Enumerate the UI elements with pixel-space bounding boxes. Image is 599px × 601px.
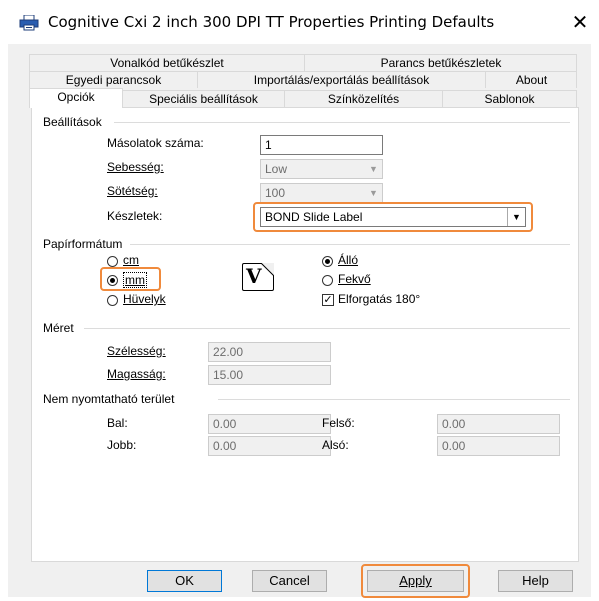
printer-icon [19, 15, 39, 31]
unprintable-group-line [218, 399, 570, 400]
close-icon[interactable]: ✕ [566, 8, 594, 36]
bottom-margin-label: Alsó: [322, 438, 349, 452]
height-label: Magasság: [107, 367, 166, 381]
copies-label: Másolatok száma: [107, 136, 204, 150]
ok-button[interactable]: OK [147, 570, 222, 592]
orientation-portrait-radio[interactable] [322, 256, 333, 267]
cancel-button[interactable]: Cancel [252, 570, 327, 592]
tab-barcode-fonts[interactable]: Vonalkód betűkészlet [30, 55, 305, 72]
tab-row-1: Vonalkód betűkészlet Parancs betűkészlet… [29, 54, 577, 72]
tab-templates[interactable]: Sablonok [443, 90, 577, 107]
copies-input[interactable]: 1 [260, 135, 383, 155]
apply-highlight [361, 564, 470, 598]
tab-advanced-settings[interactable]: Speciális beállítások [123, 90, 285, 107]
orientation-portrait-label[interactable]: Álló [338, 253, 358, 267]
title-bar: Cognitive Cxi 2 inch 300 DPI TT Properti… [0, 0, 599, 44]
mm-highlight [100, 267, 161, 291]
stock-label: Készletek: [107, 209, 163, 223]
darkness-label: Sötétség: [107, 184, 158, 198]
right-margin-label: Jobb: [107, 438, 137, 452]
help-button[interactable]: Help [498, 570, 573, 592]
unit-inch-label[interactable]: Hüvelyk [123, 292, 166, 306]
tab-about[interactable]: About [486, 72, 577, 89]
top-margin-label: Felső: [322, 416, 355, 430]
chevron-down-icon: ▼ [369, 188, 378, 198]
preview-glyph: V [246, 264, 262, 288]
settings-group-label: Beállítások [43, 115, 102, 129]
paper-format-group-line [130, 244, 570, 245]
unit-cm-label[interactable]: cm [123, 253, 139, 267]
top-margin-input: 0.00 [437, 414, 560, 434]
unit-cm-radio[interactable] [107, 256, 118, 267]
width-input: 22.00 [208, 342, 331, 362]
unit-inch-radio[interactable] [107, 295, 118, 306]
speed-label: Sebesség: [107, 160, 164, 174]
page-fold-icon [261, 263, 274, 276]
options-panel: Beállítások Másolatok száma: 1 Sebesség:… [31, 107, 579, 562]
paper-format-group-label: Papírformátum [43, 237, 123, 251]
orientation-landscape-label[interactable]: Fekvő [338, 272, 371, 286]
tab-import-export[interactable]: Importálás/exportálás beállítások [198, 72, 486, 89]
orientation-preview: V [242, 263, 274, 291]
left-margin-input: 0.00 [208, 414, 331, 434]
left-margin-label: Bal: [107, 416, 128, 430]
speed-value: Low [265, 162, 288, 176]
chevron-down-icon: ▼ [369, 164, 378, 174]
stock-highlight [253, 202, 533, 232]
rotate-label[interactable]: Elforgatás 180° [338, 292, 420, 306]
height-input: 15.00 [208, 365, 331, 385]
right-margin-input: 0.00 [208, 436, 331, 456]
window-title: Cognitive Cxi 2 inch 300 DPI TT Properti… [48, 13, 495, 31]
width-label: Szélesség: [107, 344, 166, 358]
tab-row-3: Opciók Speciális beállítások Színközelít… [29, 88, 577, 108]
size-group-label: Méret [43, 321, 74, 335]
darkness-select: 100 ▼ [260, 183, 383, 203]
darkness-value: 100 [265, 186, 286, 200]
tab-options[interactable]: Opciók [29, 88, 123, 108]
tab-command-fonts[interactable]: Parancs betűkészletek [305, 55, 577, 72]
tab-color-approximation[interactable]: Színközelítés [285, 90, 443, 107]
size-group-line [84, 328, 570, 329]
rotate-checkbox[interactable]: ✓ [322, 294, 334, 306]
tab-custom-commands[interactable]: Egyedi parancsok [30, 72, 198, 89]
tab-row-2: Egyedi parancsok Importálás/exportálás b… [29, 71, 577, 89]
bottom-margin-input: 0.00 [437, 436, 560, 456]
unprintable-group-label: Nem nyomtatható terület [43, 392, 175, 406]
speed-select: Low ▼ [260, 159, 383, 179]
orientation-landscape-radio[interactable] [322, 275, 333, 286]
settings-group-line [114, 122, 570, 123]
